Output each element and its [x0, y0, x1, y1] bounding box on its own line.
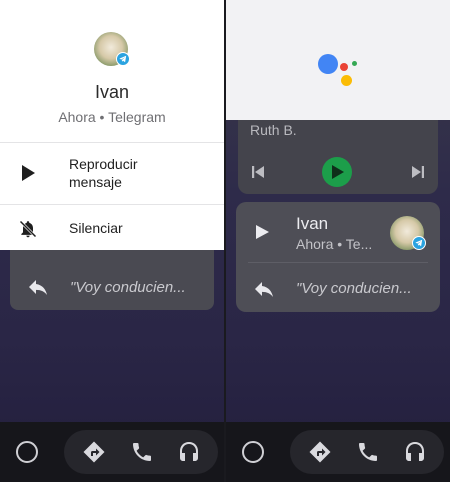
- telegram-icon: [412, 236, 426, 250]
- assistant-dot-red: [340, 63, 348, 71]
- navigation-icon[interactable]: [82, 440, 106, 464]
- play-message-label: Reproducir mensaje: [69, 156, 138, 190]
- assistant-dot-green: [352, 61, 357, 66]
- divider: [248, 262, 428, 263]
- silence-label: Silenciar: [69, 220, 123, 236]
- contact-name: Ivan: [296, 214, 329, 233]
- google-assistant-bar: [226, 0, 450, 120]
- reply-icon: [26, 276, 50, 300]
- skip-previous-icon[interactable]: [250, 164, 266, 185]
- bell-off-icon: [18, 219, 38, 239]
- app-shortcuts: [290, 430, 444, 474]
- silence-button[interactable]: Silenciar: [0, 205, 224, 250]
- phone-icon[interactable]: [130, 440, 154, 464]
- play-icon: [332, 165, 344, 179]
- home-circle-icon[interactable]: [16, 441, 38, 463]
- navigation-icon[interactable]: [308, 440, 332, 464]
- headphones-icon[interactable]: [177, 440, 201, 464]
- contact-name: Ivan: [94, 82, 130, 102]
- bottom-nav-bar: [226, 422, 450, 482]
- play-button[interactable]: [322, 157, 352, 187]
- track-title: Ruth B.: [250, 122, 297, 138]
- reply-text: "Voy conducien...: [296, 280, 412, 297]
- reply-suggestion[interactable]: "Voy conducien...: [236, 264, 440, 310]
- message-notification-card[interactable]: Ivan Ahora • Te... "Voy conducien...: [236, 202, 440, 312]
- right-screen: Ruth B. Ivan Ahora • Te... "Voy conducie…: [226, 0, 450, 482]
- skip-next-icon[interactable]: [410, 164, 426, 185]
- play-message-button[interactable]: Reproducir mensaje: [0, 143, 224, 203]
- home-circle-icon[interactable]: [242, 441, 264, 463]
- bottom-nav-bar: [0, 422, 224, 482]
- phone-icon[interactable]: [356, 440, 380, 464]
- notification-subtitle: Ahora • Te...: [296, 236, 373, 252]
- notification-subtitle: Ahora • Telegram: [58, 109, 166, 125]
- media-player-card: Ruth B.: [238, 120, 438, 194]
- left-screen: "Voy conducien... Ivan Ahora • Telegram …: [0, 0, 224, 482]
- play-icon[interactable]: [254, 224, 270, 245]
- telegram-icon: [116, 52, 130, 66]
- assistant-dot-blue: [318, 54, 338, 74]
- assistant-dot-yellow: [341, 75, 352, 86]
- play-icon: [18, 163, 38, 183]
- reply-text: "Voy conducien...: [70, 279, 186, 296]
- headphones-icon[interactable]: [403, 440, 427, 464]
- app-shortcuts: [64, 430, 218, 474]
- reply-icon: [252, 278, 276, 307]
- reply-suggestion[interactable]: "Voy conducien...: [10, 250, 214, 310]
- notification-card-behind: "Voy conducien...: [10, 250, 214, 310]
- notification-actions-sheet: Ivan Ahora • Telegram Reproducir mensaje…: [0, 0, 224, 250]
